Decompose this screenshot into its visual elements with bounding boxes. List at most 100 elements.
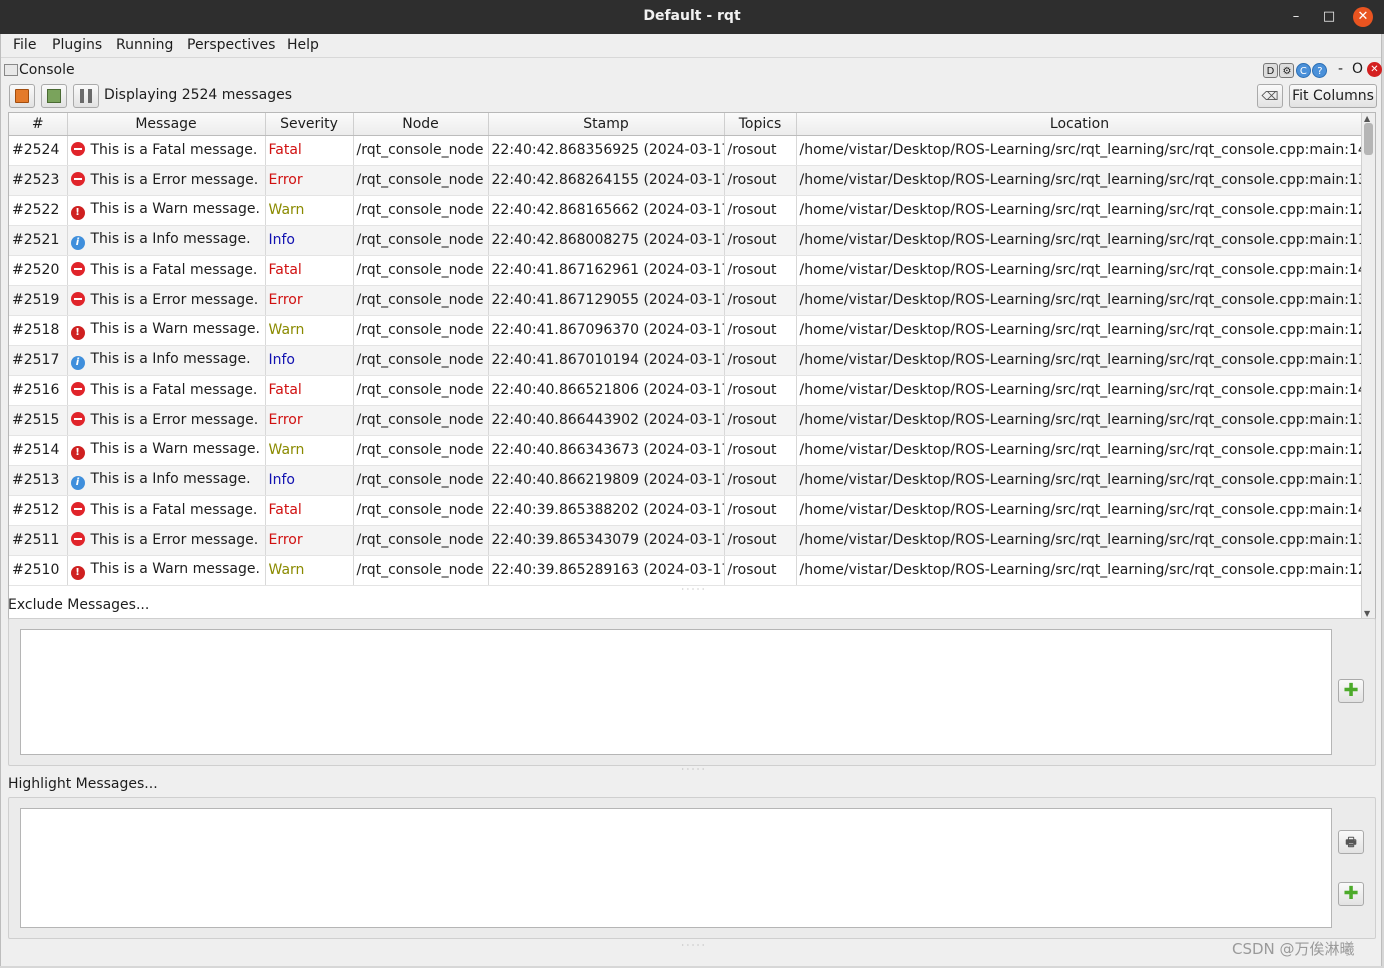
column-header-location[interactable]: Location — [796, 113, 1364, 136]
cell-stamp[interactable]: 22:40:42.868264155 (2024-03-17) — [488, 165, 725, 196]
cell-message[interactable]: ! This is a Warn message. — [67, 555, 266, 586]
cell-topics[interactable]: /rosout — [724, 435, 797, 466]
cell-stamp[interactable]: 22:40:41.867129055 (2024-03-17) — [488, 285, 725, 316]
cell-id[interactable]: #2524 — [9, 135, 68, 166]
cell-severity[interactable]: Error — [265, 405, 354, 436]
cell-stamp[interactable]: 22:40:39.865388202 (2024-03-17) — [488, 495, 725, 526]
cell-severity[interactable]: Warn — [265, 435, 354, 466]
splitter-handle[interactable]: · · · · · — [681, 586, 705, 594]
table-row[interactable]: #2512 This is a Fatal message. Fatal/rqt_c… — [9, 495, 1364, 526]
column-header-topics[interactable]: Topics — [724, 113, 797, 136]
cell-id[interactable]: #2522 — [9, 195, 68, 226]
cell-message[interactable]: i This is a Info message. — [67, 225, 266, 256]
cell-node[interactable]: /rqt_console_node — [353, 285, 489, 316]
cell-location[interactable]: /home/vistar/Desktop/ROS-Learning/src/rq… — [796, 345, 1364, 376]
cell-location[interactable]: /home/vistar/Desktop/ROS-Learning/src/rq… — [796, 555, 1364, 586]
scroll-down-arrow-icon[interactable]: ▼ — [1364, 609, 1370, 618]
cell-stamp[interactable]: 22:40:39.865289163 (2024-03-17) — [488, 555, 725, 586]
minimize-button[interactable]: – — [1286, 7, 1306, 27]
cell-message[interactable]: This is a Error message. — [67, 285, 266, 316]
cell-topics[interactable]: /rosout — [724, 345, 797, 376]
cell-stamp[interactable]: 22:40:41.867162961 (2024-03-17) — [488, 255, 725, 286]
cell-message[interactable]: This is a Fatal message. — [67, 375, 266, 406]
fit-columns-button[interactable]: Fit Columns — [1289, 84, 1377, 108]
cell-id[interactable]: #2516 — [9, 375, 68, 406]
cell-message[interactable]: This is a Error message. — [67, 405, 266, 436]
cell-stamp[interactable]: 22:40:41.867096370 (2024-03-17) — [488, 315, 725, 346]
cell-stamp[interactable]: 22:40:40.866521806 (2024-03-17) — [488, 375, 725, 406]
column-header-number[interactable]: # — [9, 113, 68, 136]
cell-message[interactable]: This is a Error message. — [67, 165, 266, 196]
cell-location[interactable]: /home/vistar/Desktop/ROS-Learning/src/rq… — [796, 465, 1364, 496]
cell-id[interactable]: #2514 — [9, 435, 68, 466]
cell-message[interactable]: This is a Fatal message. — [67, 495, 266, 526]
splitter-handle[interactable]: · · · · · — [681, 942, 705, 950]
cell-message[interactable]: i This is a Info message. — [67, 465, 266, 496]
table-row[interactable]: #2522! This is a Warn message. Warn/rqt_co… — [9, 195, 1364, 226]
cell-topics[interactable]: /rosout — [724, 165, 797, 196]
cell-location[interactable]: /home/vistar/Desktop/ROS-Learning/src/rq… — [796, 525, 1364, 556]
add-exclude-filter-button[interactable]: ✚ — [1338, 679, 1364, 703]
message-table[interactable]: # Message Severity Node Stamp Topics Loc… — [8, 112, 1376, 620]
cell-location[interactable]: /home/vistar/Desktop/ROS-Learning/src/rq… — [796, 405, 1364, 436]
cell-severity[interactable]: Fatal — [265, 495, 354, 526]
column-header-severity[interactable]: Severity — [265, 113, 354, 136]
cell-stamp[interactable]: 22:40:39.865343079 (2024-03-17) — [488, 525, 725, 556]
clean-highlight-filters-button[interactable]: 🖶 — [1338, 830, 1364, 854]
settings-icon[interactable]: ⚙ — [1279, 62, 1295, 78]
table-row[interactable]: #2516 This is a Fatal message. Fatal/rqt_c… — [9, 375, 1364, 406]
table-row[interactable]: #2517 i This is a Info message. Info/rqt_co… — [9, 345, 1364, 376]
cell-node[interactable]: /rqt_console_node — [353, 525, 489, 556]
cell-stamp[interactable]: 22:40:41.867010194 (2024-03-17) — [488, 345, 725, 376]
cell-severity[interactable]: Fatal — [265, 375, 354, 406]
menu-file[interactable]: File — [13, 37, 36, 53]
table-row[interactable]: #2523 This is a Error message. Error/rqt_c… — [9, 165, 1364, 196]
maximize-button[interactable]: □ — [1319, 7, 1339, 27]
plugin-float-button[interactable]: O — [1352, 61, 1363, 77]
cell-node[interactable]: /rqt_console_node — [353, 225, 489, 256]
cell-stamp[interactable]: 22:40:42.868008275 (2024-03-17) — [488, 225, 725, 256]
reload-icon[interactable]: C — [1295, 62, 1311, 78]
cell-id[interactable]: #2519 — [9, 285, 68, 316]
menu-help[interactable]: Help — [287, 37, 319, 53]
help-icon[interactable]: ? — [1312, 62, 1328, 78]
cell-message[interactable]: ! This is a Warn message. — [67, 195, 266, 226]
dock-icon[interactable]: D — [1263, 62, 1278, 78]
highlight-filter-list[interactable] — [20, 808, 1332, 928]
table-row[interactable]: #2518! This is a Warn message. Warn/rqt_co… — [9, 315, 1364, 346]
save-button[interactable] — [41, 84, 67, 108]
cell-topics[interactable]: /rosout — [724, 225, 797, 256]
cell-message[interactable]: ! This is a Warn message. — [67, 435, 266, 466]
table-scrollbar[interactable]: ▲ ▼ — [1361, 113, 1375, 619]
cell-location[interactable]: /home/vistar/Desktop/ROS-Learning/src/rq… — [796, 285, 1364, 316]
cell-message[interactable]: This is a Fatal message. — [67, 135, 266, 166]
cell-severity[interactable]: Info — [265, 345, 354, 376]
cell-id[interactable]: #2517 — [9, 345, 68, 376]
menu-plugins[interactable]: Plugins — [52, 37, 102, 53]
cell-stamp[interactable]: 22:40:40.866219809 (2024-03-17) — [488, 465, 725, 496]
cell-node[interactable]: /rqt_console_node — [353, 465, 489, 496]
cell-id[interactable]: #2515 — [9, 405, 68, 436]
cell-topics[interactable]: /rosout — [724, 405, 797, 436]
cell-node[interactable]: /rqt_console_node — [353, 435, 489, 466]
scroll-up-arrow-icon[interactable]: ▲ — [1364, 114, 1370, 123]
cell-location[interactable]: /home/vistar/Desktop/ROS-Learning/src/rq… — [796, 255, 1364, 286]
cell-severity[interactable]: Error — [265, 525, 354, 556]
cell-location[interactable]: /home/vistar/Desktop/ROS-Learning/src/rq… — [796, 375, 1364, 406]
cell-message[interactable]: i This is a Info message. — [67, 345, 266, 376]
table-row[interactable]: #2520 This is a Fatal message. Fatal/rqt_c… — [9, 255, 1364, 286]
cell-id[interactable]: #2521 — [9, 225, 68, 256]
plugin-minimize-button[interactable]: - — [1338, 61, 1343, 77]
table-row[interactable]: #2515 This is a Error message. Error/rqt_c… — [9, 405, 1364, 436]
cell-topics[interactable]: /rosout — [724, 555, 797, 586]
cell-severity[interactable]: Warn — [265, 315, 354, 346]
table-row[interactable]: #2513 i This is a Info message. Info/rqt_co… — [9, 465, 1364, 496]
cell-stamp[interactable]: 22:40:42.868165662 (2024-03-17) — [488, 195, 725, 226]
cell-location[interactable]: /home/vistar/Desktop/ROS-Learning/src/rq… — [796, 225, 1364, 256]
scrollbar-thumb[interactable] — [1364, 123, 1373, 155]
cell-node[interactable]: /rqt_console_node — [353, 405, 489, 436]
table-row[interactable]: #2511 This is a Error message. Error/rqt_c… — [9, 525, 1364, 556]
add-highlight-filter-button[interactable]: ✚ — [1338, 882, 1364, 906]
cell-node[interactable]: /rqt_console_node — [353, 135, 489, 166]
exclude-filter-list[interactable] — [20, 629, 1332, 755]
